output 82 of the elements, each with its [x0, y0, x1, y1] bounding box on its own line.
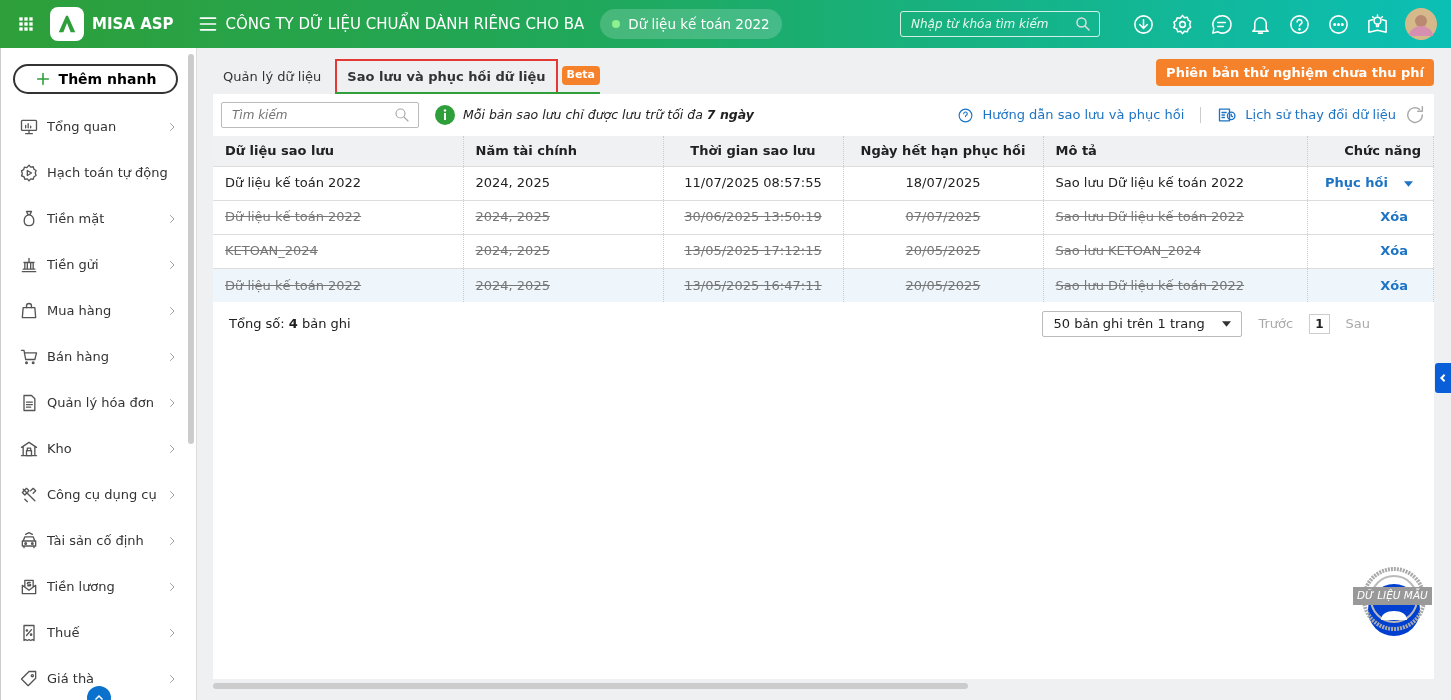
- column-header: Chức năng: [1307, 136, 1434, 166]
- table-cell: 13/05/2025 16:47:11: [663, 268, 843, 302]
- page-size-dropdown[interactable]: 50 bản ghi trên 1 trang: [1042, 311, 1243, 337]
- sidebar-item[interactable]: Quản lý hóa đơn: [1, 380, 196, 426]
- settings-icon[interactable]: [1171, 12, 1194, 36]
- tools-icon: [19, 485, 39, 505]
- guide-link[interactable]: Hướng dẫn sao lưu và phục hồi: [982, 105, 1185, 125]
- search-icon[interactable]: [393, 106, 411, 124]
- apps-icon[interactable]: [18, 16, 34, 32]
- warehouse-icon: [19, 439, 39, 459]
- avatar[interactable]: [1405, 8, 1437, 40]
- table-cell: Sao lưu Dữ liệu kế toán 2022: [1043, 268, 1307, 302]
- column-header: Ngày hết hạn phục hồi: [843, 136, 1043, 166]
- table-cell: 07/07/2025: [843, 200, 1043, 234]
- table-cell: 2024, 2025: [463, 166, 663, 200]
- table-cell: Dữ liệu kế toán 2022: [213, 166, 463, 200]
- sidebar-item[interactable]: Tài sản cố định: [1, 518, 196, 564]
- sidebar-item[interactable]: Tiền mặt: [1, 196, 196, 242]
- gear-icon: [19, 163, 39, 183]
- sidebar-item[interactable]: Kho: [1, 426, 196, 472]
- search-field[interactable]: Tìm kiếm: [221, 102, 419, 128]
- table-cell: Dữ liệu kế toán 2022: [213, 200, 463, 234]
- beta-badge: Beta: [561, 66, 601, 85]
- lightbulb-book-icon[interactable]: [1366, 12, 1389, 36]
- bank-icon: [19, 255, 39, 275]
- table-cell: 2024, 2025: [463, 268, 663, 302]
- sidebar-item[interactable]: Mua hàng: [1, 288, 196, 334]
- sidebar-item[interactable]: Công cụ dụng cụ: [1, 472, 196, 518]
- total-count: Tổng số: 4 bản ghi: [229, 315, 351, 334]
- monitor-icon: [19, 117, 39, 137]
- download-icon[interactable]: [1132, 12, 1155, 36]
- sidebar-item[interactable]: Bán hàng: [1, 334, 196, 380]
- car-icon: [19, 531, 39, 551]
- shopping-icon: [19, 301, 39, 321]
- sidebar-item[interactable]: Tiền lương: [1, 564, 196, 610]
- search-icon[interactable]: [1074, 15, 1092, 33]
- sidebar-item[interactable]: Giá thà: [1, 656, 196, 700]
- scrollbar[interactable]: [213, 683, 968, 689]
- salary-icon: [19, 577, 39, 597]
- more-icon[interactable]: [1327, 12, 1350, 36]
- help-icon[interactable]: [957, 106, 975, 124]
- help-icon[interactable]: [1288, 12, 1311, 36]
- column-header: Thời gian sao lưu: [663, 136, 843, 166]
- info-icon: [435, 105, 455, 125]
- table-cell: Sao lưu Dữ liệu kế toán 2022: [1043, 166, 1307, 200]
- table-cell: 18/07/2025: [843, 166, 1043, 200]
- stamp-label: DỮ LIỆU MẪU: [1353, 587, 1432, 605]
- delete-button[interactable]: Xóa: [1380, 241, 1408, 261]
- chat-icon[interactable]: [1210, 12, 1233, 36]
- brand-name: MISA ASP: [92, 13, 174, 35]
- logo-icon: [50, 7, 84, 41]
- tab[interactable]: Quản lý dữ liệu: [213, 60, 332, 92]
- sidebar-item[interactable]: Thuế: [1, 610, 196, 656]
- status-dot: [612, 20, 621, 28]
- table-cell: 20/05/2025: [843, 268, 1043, 302]
- refresh-icon[interactable]: [1404, 104, 1426, 126]
- column-header: Mô tả: [1043, 136, 1307, 166]
- table-cell: Dữ liệu kế toán 2022: [213, 268, 463, 302]
- table-cell: 2024, 2025: [463, 200, 663, 234]
- scrollbar[interactable]: [188, 54, 194, 444]
- sidebar-item[interactable]: Tiền gửi: [1, 242, 196, 288]
- table-cell: 30/06/2025 13:50:19: [663, 200, 843, 234]
- page-number-button[interactable]: 1: [1309, 314, 1330, 334]
- delete-button[interactable]: Xóa: [1380, 207, 1408, 227]
- collapse-panel-button[interactable]: [1435, 363, 1451, 393]
- cart-icon: [19, 347, 39, 367]
- notice-text: Mỗi bản sao lưu chỉ được lưu trữ tối đa 7 ngày: [463, 105, 754, 124]
- column-header: Dữ liệu sao lưu: [213, 136, 463, 166]
- history-link[interactable]: Lịch sử thay đổi dữ liệu: [1245, 105, 1396, 125]
- sidebar-item[interactable]: Tổng quan: [1, 104, 196, 150]
- chevron-left-icon[interactable]: [1439, 374, 1447, 382]
- quick-add-button[interactable]: Thêm nhanh: [13, 64, 178, 94]
- sidebar-item[interactable]: Hạch toán tự động: [1, 150, 196, 196]
- table-cell: Sao lưu Dữ liệu kế toán 2022: [1043, 200, 1307, 234]
- tag-icon: [19, 669, 39, 689]
- plus-icon: [34, 71, 51, 87]
- caret-icon[interactable]: [1222, 321, 1232, 327]
- restore-button[interactable]: Phục hồi: [1325, 173, 1388, 193]
- delete-button[interactable]: Xóa: [1380, 275, 1408, 295]
- table-cell: 11/07/2025 08:57:55: [663, 166, 843, 200]
- company-name: CÔNG TY DỮ LIỆU CHUẨN DÀNH RIÊNG CHO BA: [225, 12, 585, 35]
- column-header: Năm tài chính: [463, 136, 663, 166]
